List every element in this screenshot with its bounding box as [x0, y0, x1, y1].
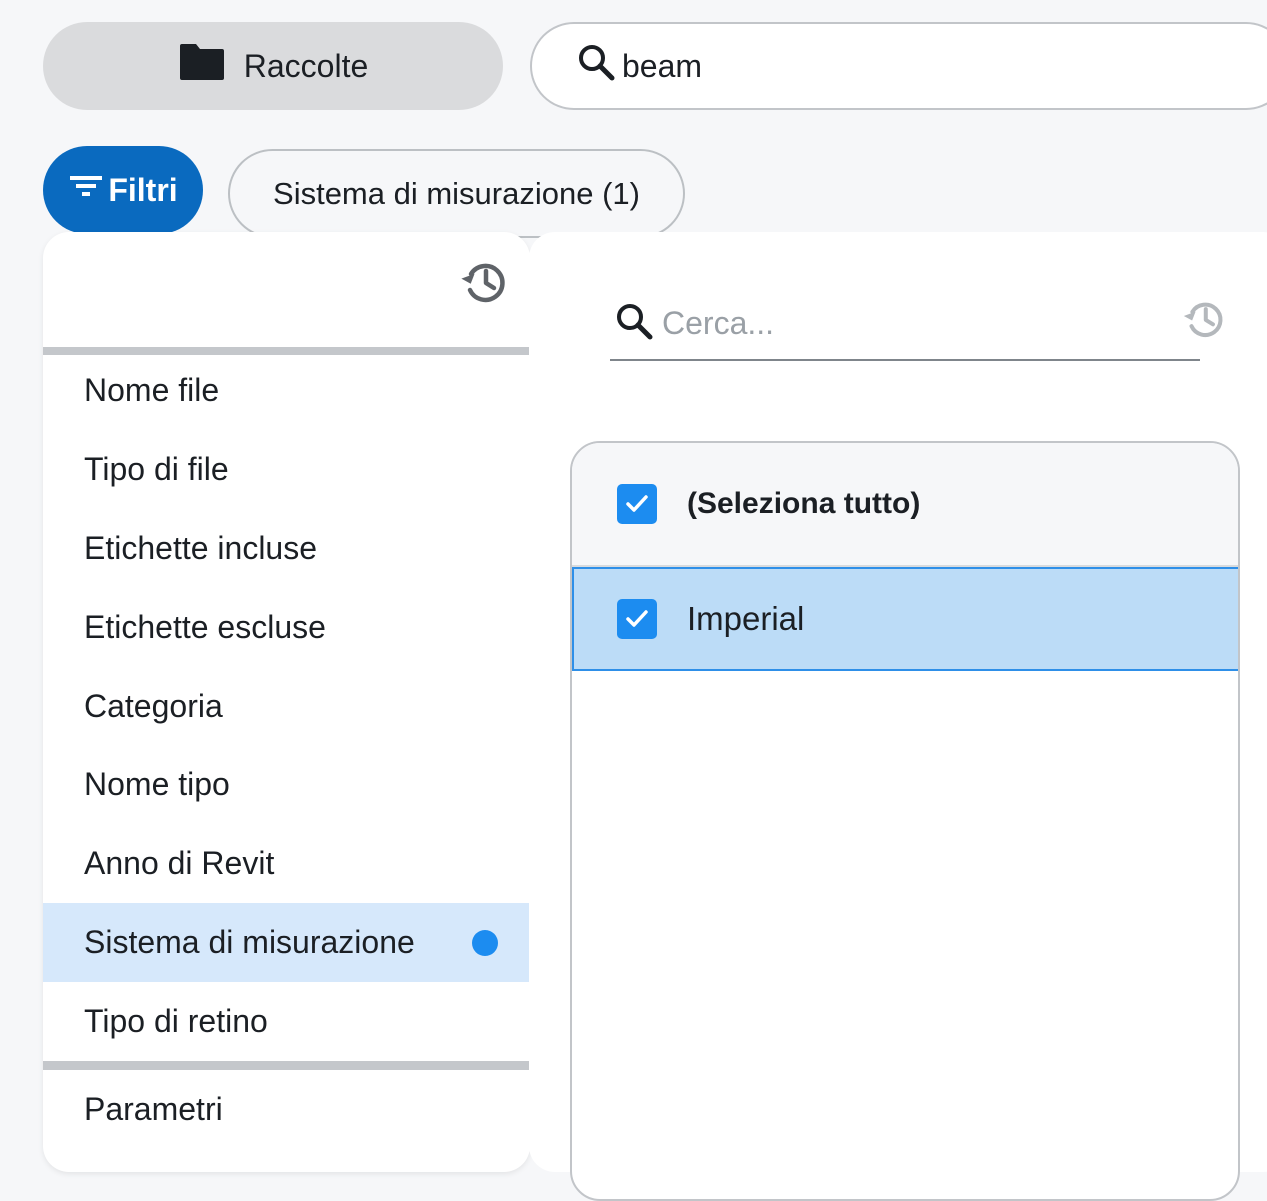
filter-category-panel: Nome file Tipo di file Etichette incluse…	[43, 232, 530, 1172]
filter-item-sistema-di-misurazione[interactable]: Sistema di misurazione	[43, 903, 530, 982]
folder-icon	[178, 42, 226, 90]
filter-item-parametri[interactable]: Parametri	[43, 1070, 530, 1149]
search-field[interactable]: beam	[530, 22, 1267, 110]
divider	[43, 1061, 530, 1070]
active-filter-dot	[472, 929, 498, 956]
values-search-field[interactable]	[610, 288, 1200, 361]
history-icon[interactable]	[456, 254, 512, 310]
filter-item-nome-tipo[interactable]: Nome tipo	[43, 745, 530, 824]
collections-label: Raccolte	[243, 47, 369, 84]
filter-item-label: Nome tipo	[84, 766, 230, 802]
search-icon	[614, 301, 654, 346]
search-icon	[576, 42, 616, 90]
check-icon	[626, 610, 648, 627]
filter-item-label: Categoria	[84, 688, 223, 724]
option-checkbox[interactable]	[617, 599, 657, 639]
active-filter-chip[interactable]: Sistema di misurazione (1)	[228, 149, 685, 238]
filter-icon	[68, 171, 104, 209]
active-filter-chip-label: Sistema di misurazione (1)	[273, 175, 640, 211]
filter-item-label: Sistema di misurazione	[84, 924, 415, 960]
filter-item-label: Etichette escluse	[84, 609, 326, 645]
option-label: Imperial	[687, 600, 805, 637]
list-item[interactable]: Imperial	[572, 567, 1238, 671]
select-all-checkbox[interactable]	[617, 484, 657, 524]
values-list: (Seleziona tutto) Imperial	[570, 441, 1240, 1201]
filters-button[interactable]: Filtri	[43, 146, 203, 234]
filter-item-label: Tipo di file	[84, 451, 229, 487]
filter-item-etichette-escluse[interactable]: Etichette escluse	[43, 588, 530, 667]
filter-item-label: Nome file	[84, 372, 220, 408]
filters-label: Filtri	[108, 171, 178, 208]
filter-item-label: Parametri	[84, 1091, 223, 1127]
filter-item-tipo-di-file[interactable]: Tipo di file	[43, 430, 530, 509]
collections-button[interactable]: Raccolte	[43, 22, 503, 110]
filter-item-label: Anno di Revit	[84, 845, 275, 881]
filter-values-panel: (Seleziona tutto) Imperial	[529, 232, 1267, 1201]
select-all-label: (Seleziona tutto)	[687, 487, 921, 520]
filter-item-label: Etichette incluse	[84, 530, 318, 566]
history-icon[interactable]	[1179, 294, 1229, 344]
filter-item-anno-di-revit[interactable]: Anno di Revit	[43, 824, 530, 903]
filter-item-label: Tipo di retino	[84, 1003, 268, 1039]
filter-item-etichette-incluse[interactable]: Etichette incluse	[43, 509, 530, 588]
filter-item-nome-file[interactable]: Nome file	[43, 351, 530, 430]
check-icon	[626, 495, 648, 512]
filter-item-categoria[interactable]: Categoria	[43, 667, 530, 746]
values-search-input[interactable]	[662, 305, 1142, 342]
search-value[interactable]: beam	[622, 48, 702, 85]
filter-item-tipo-di-retino[interactable]: Tipo di retino	[43, 982, 530, 1061]
select-all-row[interactable]: (Seleziona tutto)	[572, 443, 1238, 567]
